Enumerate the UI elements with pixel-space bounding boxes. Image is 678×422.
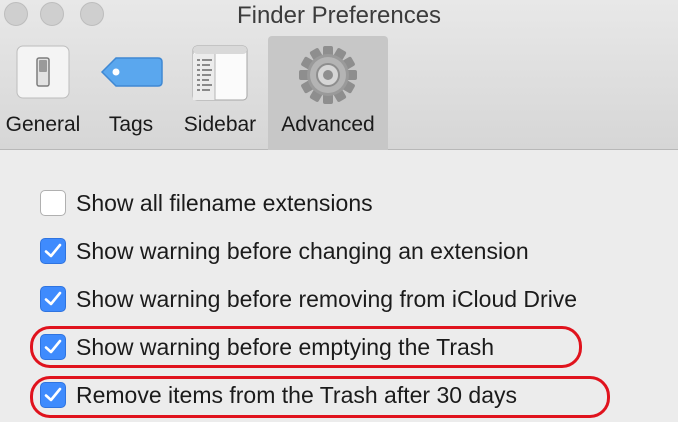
tab-label: Advanced	[281, 113, 375, 136]
gear-icon	[297, 44, 359, 111]
general-switch-icon	[15, 44, 71, 105]
sidebar-icon	[191, 44, 249, 107]
option-remove-trash-after-30-days[interactable]: Remove items from the Trash after 30 day…	[40, 380, 517, 410]
checkmark-icon	[44, 339, 62, 354]
option-warn-emptying-trash[interactable]: Show warning before emptying the Trash	[40, 332, 494, 362]
tab-sidebar[interactable]: Sidebar	[176, 36, 264, 150]
advanced-preferences-panel: Show all filename extensions Show warnin…	[0, 150, 678, 422]
tab-advanced[interactable]: Advanced	[268, 36, 388, 150]
option-show-filename-extensions[interactable]: Show all filename extensions	[40, 188, 373, 218]
tab-tags[interactable]: Tags	[92, 36, 170, 150]
checkmark-icon	[44, 291, 62, 306]
option-warn-removing-icloud[interactable]: Show warning before removing from iCloud…	[40, 284, 577, 314]
tag-icon	[98, 44, 164, 105]
option-label: Remove items from the Trash after 30 day…	[76, 381, 518, 408]
window-title: Finder Preferences	[236, 2, 442, 29]
tab-label: Tags	[108, 113, 154, 136]
checkbox[interactable]	[40, 238, 66, 264]
checkbox[interactable]	[40, 286, 66, 312]
option-label: Show warning before removing from iCloud…	[76, 285, 578, 312]
checkmark-icon	[44, 387, 62, 402]
option-label: Show warning before emptying the Trash	[76, 333, 495, 360]
option-label: Show all filename extensions	[76, 189, 373, 216]
window-toolbar: Finder Preferences General Tags Sidebar …	[0, 0, 678, 150]
option-label: Show warning before changing an extensio…	[76, 237, 529, 264]
tab-label: General	[5, 113, 81, 136]
checkmark-icon	[44, 243, 62, 258]
tab-general[interactable]: General	[0, 36, 86, 150]
tab-label: Sidebar	[183, 113, 257, 136]
option-warn-changing-extension[interactable]: Show warning before changing an extensio…	[40, 236, 529, 266]
checkbox[interactable]	[40, 382, 66, 408]
checkbox[interactable]	[40, 190, 66, 216]
checkbox[interactable]	[40, 334, 66, 360]
